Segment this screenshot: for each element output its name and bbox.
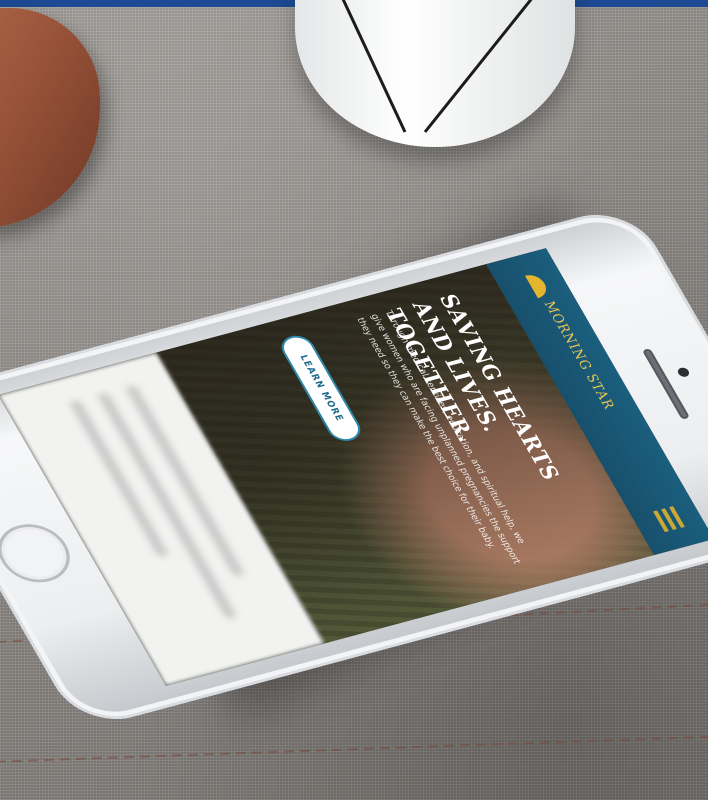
white-plant-pot xyxy=(295,0,575,147)
front-camera-icon xyxy=(676,366,691,378)
home-button[interactable] xyxy=(0,516,82,590)
photo-scene: MORNING STAR SAVING HEARTS AND LIVES. TO… xyxy=(0,0,708,800)
logo-sun-icon xyxy=(525,272,551,299)
menu-icon[interactable] xyxy=(653,506,685,533)
earpiece-speaker xyxy=(642,348,690,420)
